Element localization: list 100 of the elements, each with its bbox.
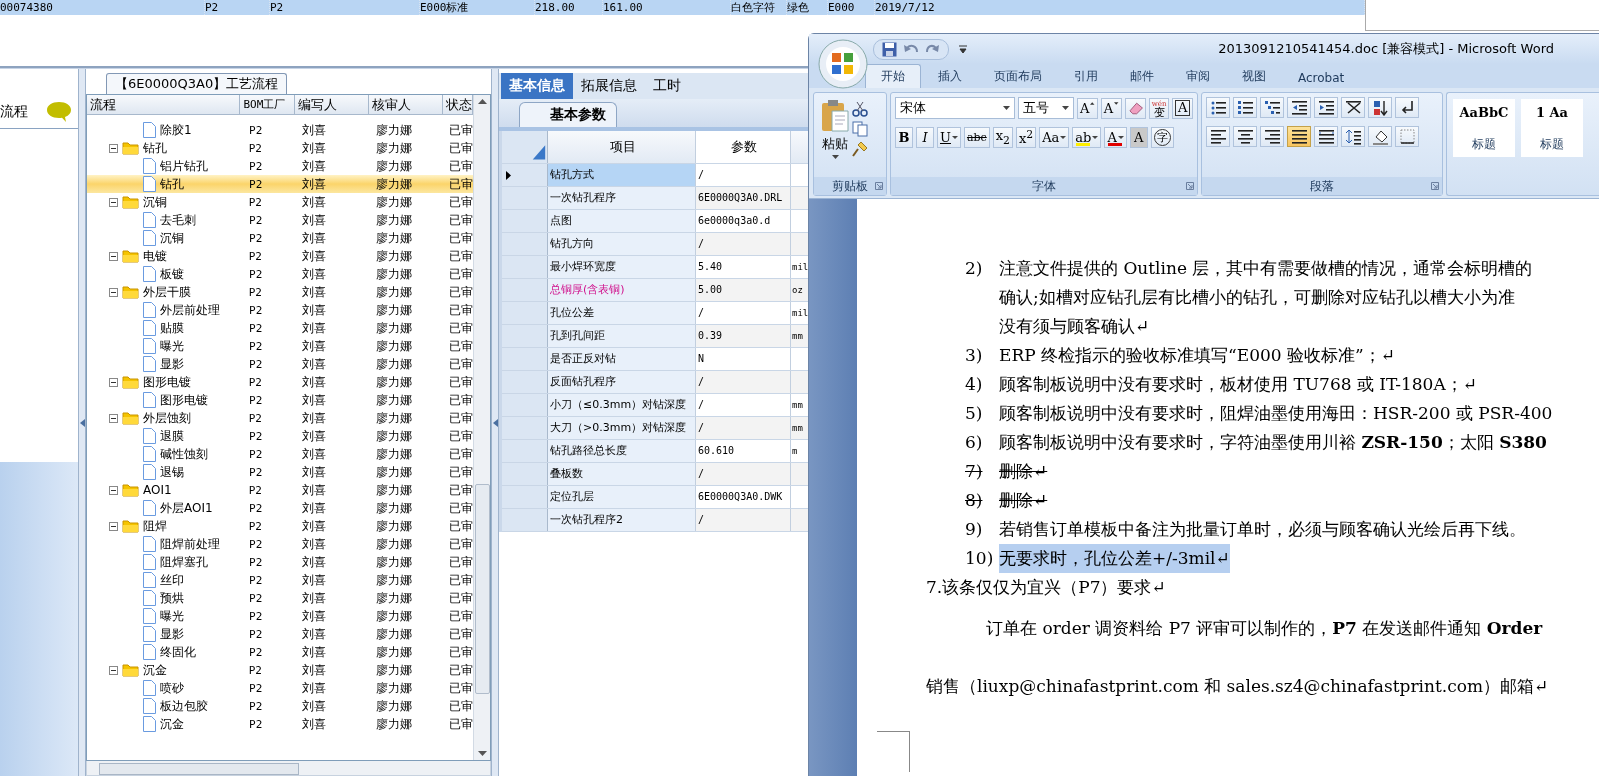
ribbon-tab[interactable]: 视图 bbox=[1227, 65, 1281, 88]
character-shading-button[interactable]: A bbox=[1129, 127, 1148, 148]
tree-row[interactable]: 图形电镀 P2 刘喜 廖力娜 已审 bbox=[87, 373, 473, 391]
table-cell[interactable]: 定位孔层 bbox=[548, 486, 696, 508]
tree-row[interactable]: AOI1 P2 刘喜 廖力娜 已审 bbox=[87, 481, 473, 499]
ribbon-tab[interactable]: 邮件 bbox=[1115, 65, 1169, 88]
character-border-button[interactable]: A bbox=[1172, 97, 1193, 119]
table-cell[interactable]: 钻孔方式 bbox=[548, 164, 696, 186]
tree-row[interactable]: 图形电镀 P2 刘喜 廖力娜 已审 bbox=[87, 391, 473, 409]
row-header[interactable] bbox=[502, 164, 548, 186]
tree-row[interactable]: 去毛刺 P2 刘喜 廖力娜 已审 bbox=[87, 211, 473, 229]
paste-button[interactable]: 粘贴 bbox=[818, 97, 852, 173]
column-header[interactable]: 参数 bbox=[696, 131, 791, 163]
ribbon-tab[interactable]: 开始 bbox=[865, 64, 921, 88]
paragraph-button[interactable] bbox=[1314, 126, 1338, 147]
tree-row[interactable]: 钻孔 P2 刘喜 廖力娜 已审 bbox=[87, 139, 473, 157]
column-header[interactable]: 核审人 bbox=[368, 95, 443, 114]
clear-format-button[interactable] bbox=[1124, 97, 1147, 119]
tree-row[interactable]: 沉金 P2 刘喜 廖力娜 已审 bbox=[87, 661, 473, 679]
tree-row[interactable]: 显影 P2 刘喜 廖力娜 已审 bbox=[87, 355, 473, 373]
tree-row[interactable]: 终固化 P2 刘喜 廖力娜 已审 bbox=[87, 643, 473, 661]
underline-button[interactable]: U bbox=[937, 127, 961, 148]
paragraph-button[interactable] bbox=[1233, 126, 1257, 147]
scissors-icon[interactable] bbox=[852, 101, 868, 117]
tree-row[interactable]: 退膜 P2 刘喜 廖力娜 已审 bbox=[87, 427, 473, 445]
table-cell[interactable]: 孔到孔间距 bbox=[548, 325, 696, 347]
scroll-thumb[interactable] bbox=[99, 763, 299, 775]
paragraph-button[interactable] bbox=[1260, 126, 1284, 147]
font-color-button[interactable]: A bbox=[1104, 127, 1127, 148]
tree-row[interactable]: 碱性蚀刻 P2 刘喜 廖力娜 已审 bbox=[87, 445, 473, 463]
paragraph-button[interactable] bbox=[1341, 126, 1365, 147]
tab[interactable]: 工时 bbox=[645, 73, 689, 99]
paragraph-button[interactable] bbox=[1395, 126, 1419, 147]
ribbon-tab[interactable]: 引用 bbox=[1059, 65, 1113, 88]
tree-row[interactable]: 外层AOI1 P2 刘喜 廖力娜 已审 bbox=[87, 499, 473, 517]
collapse-icon[interactable] bbox=[109, 197, 118, 207]
table-cell[interactable]: 反面钻孔程序 bbox=[548, 371, 696, 393]
tree-row[interactable]: 沉铜 P2 刘喜 廖力娜 已审 bbox=[87, 229, 473, 247]
table-cell[interactable]: 一次钻孔程序 bbox=[548, 187, 696, 209]
superscript-button[interactable]: x$^{2}$ bbox=[1015, 127, 1037, 148]
table-cell[interactable]: 最小焊环宽度 bbox=[548, 256, 696, 278]
style-preset[interactable]: 1 Aa 标题 bbox=[1521, 99, 1583, 157]
tree-row[interactable]: 沉金 P2 刘喜 廖力娜 已审 bbox=[87, 715, 473, 733]
scrollbar[interactable] bbox=[86, 761, 491, 776]
tree-row[interactable]: 钻孔 P2 刘喜 廖力娜 已审 bbox=[87, 175, 473, 193]
italic-button[interactable]: I bbox=[916, 127, 934, 148]
tree-row[interactable]: 板镀 P2 刘喜 廖力娜 已审 bbox=[87, 265, 473, 283]
paragraph-button[interactable] bbox=[1206, 126, 1230, 147]
paragraph-button[interactable] bbox=[1341, 97, 1365, 118]
change-case-button[interactable]: Aa bbox=[1039, 127, 1070, 148]
collapse-icon[interactable] bbox=[109, 251, 118, 261]
copy-icon[interactable] bbox=[852, 121, 868, 137]
tree-row[interactable]: 喷砂 P2 刘喜 廖力娜 已审 bbox=[87, 679, 473, 697]
tree-row[interactable]: 阻焊 P2 刘喜 廖力娜 已审 bbox=[87, 517, 473, 535]
column-header[interactable]: 编写人 bbox=[294, 95, 369, 114]
tree-row[interactable]: 除胶1 P2 刘喜 廖力娜 已审 bbox=[87, 121, 473, 139]
scroll-thumb[interactable] bbox=[474, 484, 490, 694]
customize-caret-icon[interactable] bbox=[959, 45, 967, 53]
tree-row[interactable]: 沉铜 P2 刘喜 廖力娜 已审 bbox=[87, 193, 473, 211]
table-row[interactable]: 00074380 P2 P2 E000标准 218.00 161.00 白色字符 绿色 E000 2019/7/12 bbox=[0, 0, 1365, 15]
collapse-icon[interactable] bbox=[109, 665, 118, 675]
tree-row[interactable]: 曝光 P2 刘喜 廖力娜 已审 bbox=[87, 607, 473, 625]
format-painter-icon[interactable] bbox=[852, 141, 868, 157]
collapse-icon[interactable] bbox=[109, 521, 118, 531]
tab[interactable]: 基本参数 bbox=[519, 102, 617, 127]
paragraph-button[interactable] bbox=[1368, 126, 1392, 147]
paragraph-button[interactable] bbox=[1287, 126, 1311, 147]
ribbon-tab[interactable]: Acrobat bbox=[1283, 68, 1360, 88]
enclose-character-button[interactable]: 字 bbox=[1150, 127, 1174, 148]
paragraph-button[interactable] bbox=[1395, 97, 1419, 118]
scrollbar[interactable] bbox=[473, 95, 490, 760]
style-preset[interactable]: AaBbC 标题 bbox=[1453, 99, 1515, 157]
tree-row[interactable]: 阻焊前处理 P2 刘喜 廖力娜 已审 bbox=[87, 535, 473, 553]
bold-button[interactable]: B bbox=[895, 127, 913, 148]
paragraph-button[interactable] bbox=[1260, 97, 1284, 118]
tree-row[interactable]: 板边包胶 P2 刘喜 廖力娜 已审 bbox=[87, 697, 473, 715]
paragraph-button[interactable] bbox=[1206, 97, 1230, 118]
tree-row[interactable]: 阻焊塞孔 P2 刘喜 廖力娜 已审 bbox=[87, 553, 473, 571]
table-cell[interactable]: 孔位公差 bbox=[548, 302, 696, 324]
highlight-button[interactable]: ab bbox=[1072, 127, 1102, 148]
paragraph-button[interactable] bbox=[1233, 97, 1257, 118]
tree-row[interactable]: 外层蚀刻 P2 刘喜 廖力娜 已审 bbox=[87, 409, 473, 427]
table-cell[interactable]: 是否正反对钻 bbox=[548, 348, 696, 370]
tree-row[interactable]: 贴膜 P2 刘喜 廖力娜 已审 bbox=[87, 319, 473, 337]
tree-row[interactable]: 曝光 P2 刘喜 廖力娜 已审 bbox=[87, 337, 473, 355]
tree-row[interactable]: 丝印 P2 刘喜 廖力娜 已审 bbox=[87, 571, 473, 589]
grow-font-button[interactable]: A bbox=[1077, 97, 1098, 119]
table-cell[interactable]: 大刀（>0.3mm）对钻深度 bbox=[548, 417, 696, 439]
table-cell[interactable]: 钻孔方向 bbox=[548, 233, 696, 255]
collapse-icon[interactable] bbox=[109, 485, 118, 495]
ribbon-tab[interactable]: 审阅 bbox=[1171, 65, 1225, 88]
dialog-launcher-icon[interactable] bbox=[1431, 182, 1439, 190]
paragraph-button[interactable] bbox=[1287, 97, 1311, 118]
table-cell[interactable]: 一次钻孔程序2 bbox=[548, 509, 696, 531]
subscript-button[interactable]: x$_{2}$ bbox=[992, 127, 1013, 148]
tree-row[interactable]: 外层前处理 P2 刘喜 廖力娜 已审 bbox=[87, 301, 473, 319]
column-header[interactable]: 流程 bbox=[87, 95, 241, 114]
dialog-launcher-icon[interactable] bbox=[875, 182, 883, 190]
ribbon-tab[interactable]: 插入 bbox=[923, 65, 977, 88]
collapse-icon[interactable] bbox=[109, 287, 118, 297]
